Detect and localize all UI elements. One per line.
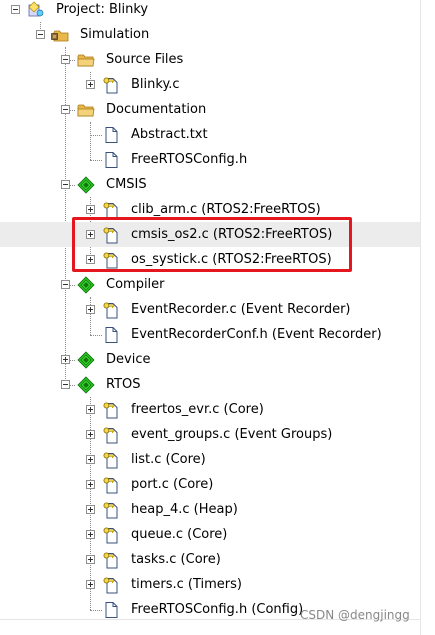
tree-node-documentation[interactable]: Documentation (0, 97, 420, 122)
file-label: FreeRTOSConfig.h (131, 152, 248, 167)
source-file-icon (102, 501, 120, 519)
tree-node-file[interactable]: Abstract.txt (0, 122, 420, 147)
folder-icon (77, 51, 95, 69)
folder-icon (77, 101, 95, 119)
expand-icon[interactable] (86, 505, 95, 514)
software-component-icon (77, 276, 95, 294)
tree-node-file[interactable]: EventRecorder.c (Event Recorder) (0, 297, 420, 322)
expand-icon[interactable] (86, 580, 95, 589)
group-label: Compiler (106, 277, 165, 292)
tree-node-file[interactable]: tasks.c (Core) (0, 547, 420, 572)
tree-node-file[interactable]: timers.c (Timers) (0, 572, 420, 597)
project-tree: Project: Blinky Simulation Source Files … (0, 0, 435, 635)
file-label: queue.c (Core) (131, 527, 228, 542)
document-icon (102, 601, 120, 619)
source-file-icon (102, 576, 120, 594)
tree-node-file[interactable]: list.c (Core) (0, 447, 420, 472)
source-file-icon (102, 301, 120, 319)
panel-border (420, 0, 421, 635)
group-label: CMSIS (106, 177, 147, 192)
source-file-icon (102, 76, 120, 94)
tree-node-source-files[interactable]: Source Files (0, 47, 420, 72)
tree-node-file[interactable]: event_groups.c (Event Groups) (0, 422, 420, 447)
tree-node-cmsis[interactable]: CMSIS (0, 172, 420, 197)
source-file-icon (102, 426, 120, 444)
group-label: Source Files (106, 52, 184, 67)
target-folder-icon (51, 26, 69, 44)
tree-node-device[interactable]: Device (0, 347, 420, 372)
file-label: Blinky.c (131, 77, 180, 92)
source-file-icon (102, 526, 120, 544)
tree-node-file[interactable]: Blinky.c (0, 72, 420, 97)
tree-node-file[interactable]: EventRecorderConf.h (Event Recorder) (0, 322, 420, 347)
tree-node-simulation[interactable]: Simulation (0, 22, 420, 47)
file-label: tasks.c (Core) (131, 552, 221, 567)
file-label: port.c (Core) (131, 477, 214, 492)
expand-icon[interactable] (86, 305, 95, 314)
source-file-icon (102, 551, 120, 569)
file-label: EventRecorder.c (Event Recorder) (131, 302, 351, 317)
collapse-icon[interactable] (61, 55, 70, 64)
source-file-icon (102, 451, 120, 469)
tree-node-file[interactable]: heap_4.c (Heap) (0, 497, 420, 522)
expand-icon[interactable] (86, 80, 95, 89)
highlight-annotation-box (72, 217, 352, 272)
collapse-icon[interactable] (11, 5, 20, 14)
collapse-icon[interactable] (61, 105, 70, 114)
expand-icon[interactable] (86, 430, 95, 439)
file-label: timers.c (Timers) (131, 577, 242, 592)
tree-node-file[interactable]: queue.c (Core) (0, 522, 420, 547)
expand-icon[interactable] (86, 405, 95, 414)
software-component-icon (77, 351, 95, 369)
source-file-icon (102, 476, 120, 494)
tree-node-project[interactable]: Project: Blinky (0, 0, 420, 22)
expand-icon[interactable] (86, 555, 95, 564)
expand-icon[interactable] (86, 455, 95, 464)
group-label: RTOS (106, 377, 141, 392)
file-label: clib_arm.c (RTOS2:FreeRTOS) (131, 202, 321, 217)
expand-icon[interactable] (86, 205, 95, 214)
collapse-icon[interactable] (36, 30, 45, 39)
collapse-icon[interactable] (61, 280, 70, 289)
group-label: Documentation (106, 102, 207, 117)
file-label: list.c (Core) (131, 452, 206, 467)
group-label: Simulation (80, 27, 150, 42)
software-component-icon (77, 376, 95, 394)
tree-node-file[interactable]: freertos_evr.c (Core) (0, 397, 420, 422)
collapse-icon[interactable] (61, 380, 70, 389)
document-icon (102, 151, 120, 169)
expand-icon[interactable] (61, 355, 70, 364)
file-label: EventRecorderConf.h (Event Recorder) (131, 327, 382, 342)
tree-node-file[interactable]: port.c (Core) (0, 472, 420, 497)
file-label: freertos_evr.c (Core) (131, 402, 264, 417)
tree-node-compiler[interactable]: Compiler (0, 272, 420, 297)
file-label: Abstract.txt (131, 127, 208, 142)
collapse-icon[interactable] (61, 180, 70, 189)
file-label: FreeRTOSConfig.h (Config) (131, 602, 304, 617)
project-icon (27, 1, 45, 19)
group-label: Device (106, 352, 151, 367)
project-label: Project: Blinky (56, 2, 149, 17)
source-file-icon (102, 401, 120, 419)
tree-node-rtos[interactable]: RTOS (0, 372, 420, 397)
file-label: heap_4.c (Heap) (131, 502, 238, 517)
expand-icon[interactable] (86, 530, 95, 539)
software-component-icon (77, 176, 95, 194)
document-icon (102, 126, 120, 144)
file-label: event_groups.c (Event Groups) (131, 427, 333, 442)
document-icon (102, 326, 120, 344)
watermark: CSDN @dengjingg (300, 608, 410, 622)
tree-node-file[interactable]: FreeRTOSConfig.h (0, 147, 420, 172)
expand-icon[interactable] (86, 480, 95, 489)
